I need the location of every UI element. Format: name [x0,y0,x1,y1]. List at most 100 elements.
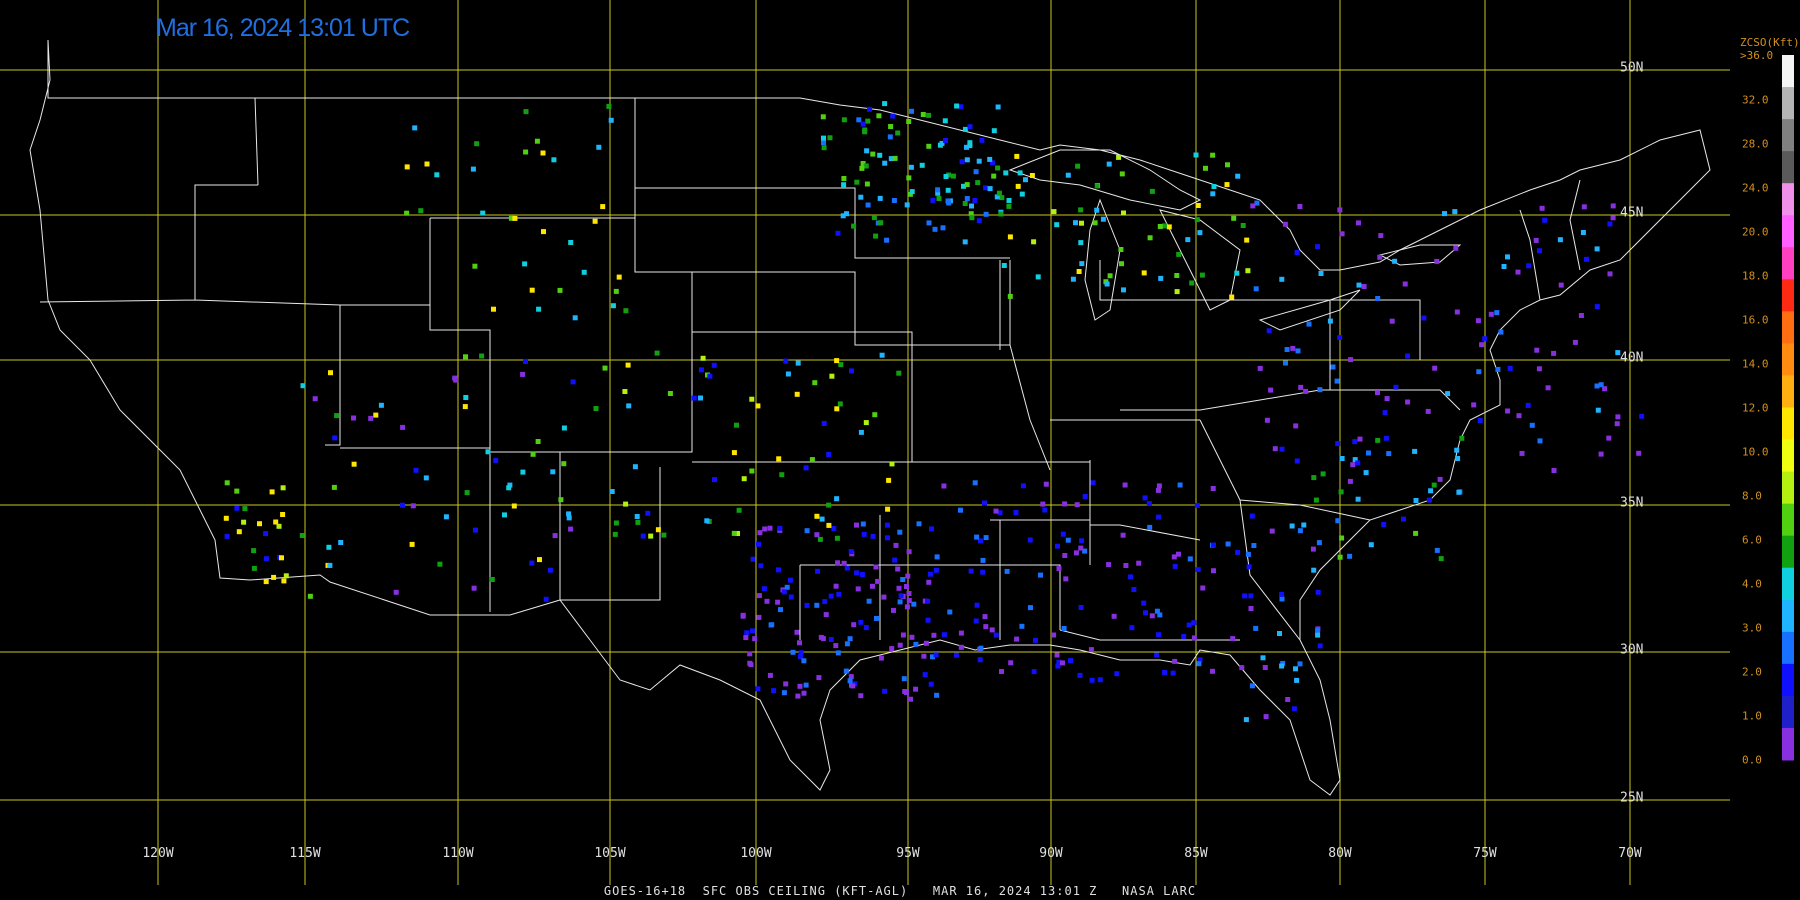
observation-point [906,175,912,181]
observation-point [1456,489,1462,495]
observation-point [785,371,791,377]
observation-point [858,693,864,699]
observation-point [958,104,964,110]
observation-point [378,402,384,408]
observation-point [493,457,499,463]
observation-point [803,465,809,471]
observation-point [1240,223,1246,228]
observation-point [593,406,599,411]
observation-point [1337,335,1343,341]
observation-point [1068,658,1073,664]
observation-point [1384,396,1390,402]
observation-point [1386,451,1392,457]
observation-point [1149,188,1155,194]
observation-point [1454,309,1460,315]
observation-point [863,625,869,631]
observation-point [867,106,872,112]
observation-point [969,215,975,221]
observation-point [1262,665,1268,670]
observation-point [1459,435,1465,441]
observation-point [943,138,948,143]
observation-point [904,584,909,589]
observation-point [273,519,279,525]
observation-point [991,173,997,179]
observation-point [931,632,937,638]
observation-point [626,403,632,409]
observation-point [916,521,922,527]
observation-point [1129,625,1135,631]
observation-point [1008,660,1014,666]
observation-point [307,593,313,599]
observation-point [1195,567,1201,573]
legend-tick-label: 10.0 [1742,445,1769,459]
observation-point [1100,216,1106,222]
observation-point [1154,608,1160,614]
observation-point [1123,563,1129,568]
observation-point [1636,450,1642,456]
observation-point [1310,546,1316,552]
observation-point [691,395,697,401]
longitude-label: 115W [289,846,321,861]
observation-point [968,568,974,574]
observation-point [489,577,495,582]
observation-point [1337,207,1343,213]
observation-point [1017,170,1023,176]
observation-point [1106,161,1112,167]
observation-point [1155,487,1161,493]
observation-point [828,637,834,642]
observation-point [816,675,822,681]
observation-point [1014,636,1020,642]
observation-point [463,395,469,400]
observation-point [901,676,907,682]
observation-point [1097,677,1103,683]
observation-point [1339,231,1345,237]
observation-point [634,514,640,519]
observation-point [1027,537,1033,543]
legend-tick-label: 32.0 [1742,93,1769,107]
observation-point [834,406,840,412]
observation-point [962,239,968,245]
observation-point [1111,613,1117,619]
observation-point [1056,566,1062,572]
observation-point [1578,313,1584,318]
observation-point [1074,502,1080,508]
observation-point [625,362,631,368]
observation-point [841,117,847,123]
observation-point [1001,263,1007,268]
legend-swatch [1782,247,1794,280]
observation-point [929,526,934,532]
observation-point [251,548,257,554]
observation-point [1015,183,1021,189]
observation-point [635,519,641,525]
observation-point [462,404,468,410]
legend-swatch [1782,663,1794,697]
observation-point [1505,254,1510,260]
observation-point [1031,239,1037,245]
observation-point [434,172,440,178]
observation-point [798,650,804,656]
observation-point [858,194,864,200]
observation-point [909,634,915,640]
observation-point [1352,439,1358,445]
observation-point [801,658,807,664]
observation-point [1318,271,1324,276]
us-outline [29,39,1711,796]
observation-point [888,124,894,129]
observation-point [983,211,989,217]
observation-point [1195,203,1201,208]
observation-point [523,149,529,155]
longitude-label: 75W [1473,846,1497,861]
observation-point [312,396,318,402]
observation-point [1078,605,1084,610]
legend-swatch [1782,695,1794,729]
observation-point [757,530,763,536]
observation-point [1315,589,1321,595]
observation-point [882,160,888,166]
observation-point [1003,170,1009,176]
observation-point [835,560,841,566]
observation-point [557,287,563,293]
observation-point [831,526,837,531]
observation-point [512,215,518,221]
observation-point [834,535,840,541]
observation-point [870,151,876,157]
